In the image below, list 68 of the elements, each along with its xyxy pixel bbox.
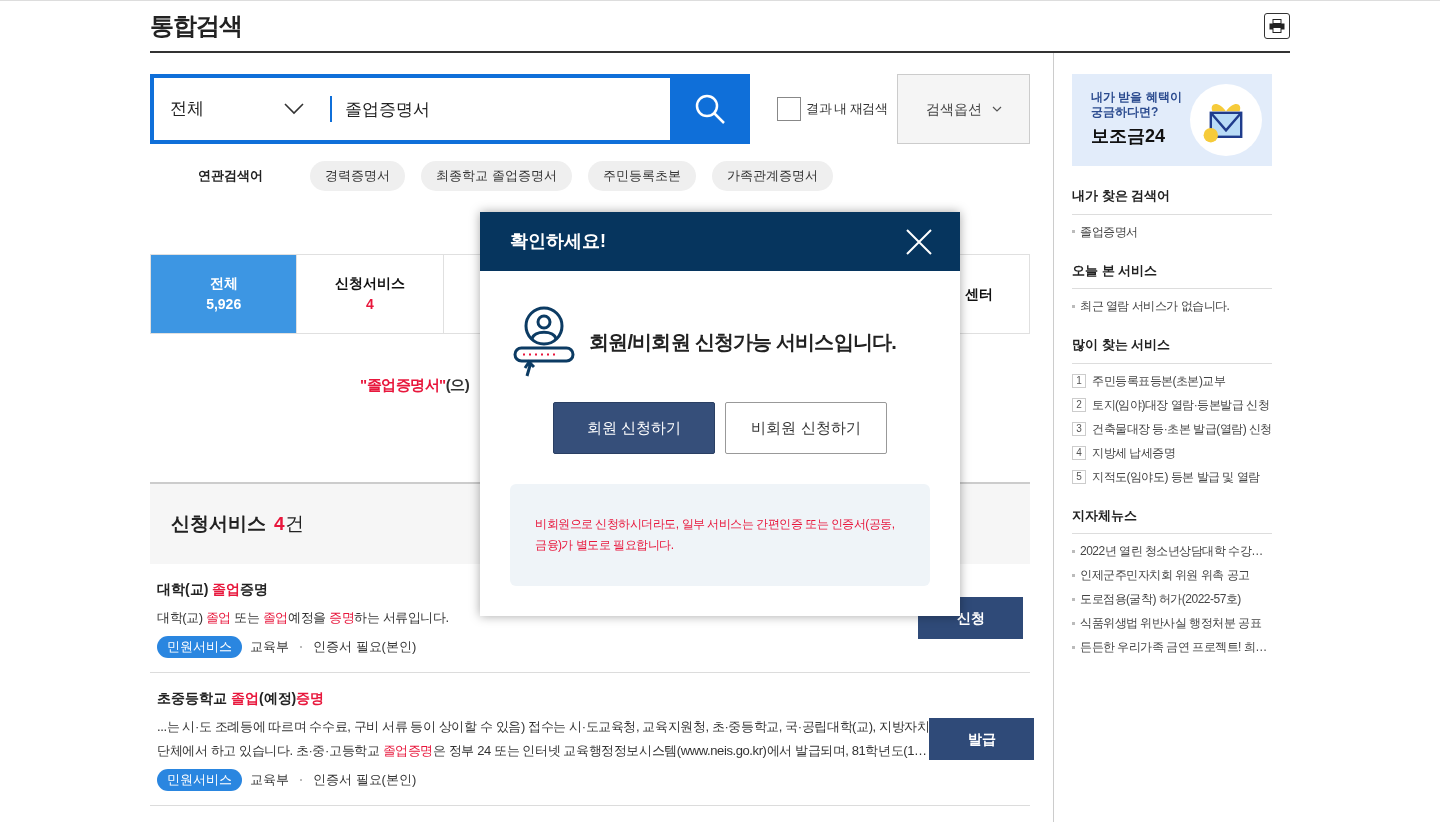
sidebar-link[interactable]: 식품위생법 위반사실 행정처분 공표 (1080, 614, 1261, 632)
dialog-message: 회원/비회원 신청가능 서비스입니다. (589, 330, 897, 355)
rank-number: 3 (1072, 421, 1086, 436)
tag-text: 인증서 필요(본인) (313, 771, 417, 790)
sidebar-link[interactable]: 최근 열람 서비스가 없습니다. (1080, 297, 1230, 315)
service-link[interactable]: 건축물대장 등·초본 발급(열람) 신청 (1092, 419, 1272, 438)
banner-brand: 보조금24 (1091, 125, 1167, 148)
tab-count: 5,926 (206, 295, 242, 314)
tab-label: 센터 (964, 284, 993, 304)
result-title: 초중등학교 졸업(예정)증명 (157, 690, 325, 706)
chevron-down-icon (284, 103, 304, 115)
tag-text: 교육부 (250, 771, 289, 790)
service-link[interactable]: 지적도(임야도) 등본 발급 및 열람 (1092, 467, 1260, 486)
scope-dropdown[interactable]: 전체 (154, 78, 330, 140)
section-title: 많이 찾는 서비스 (1072, 335, 1272, 364)
refine-label: 결과 내 재검색 (806, 100, 888, 119)
keyword-chip[interactable]: 경력증명서 (310, 161, 405, 191)
refine-checkbox[interactable] (777, 97, 801, 121)
guest-apply-button[interactable]: 비회원 신청하기 (725, 402, 887, 454)
dialog-title: 확인하세요! (510, 230, 606, 253)
rank-number: 4 (1072, 445, 1086, 460)
tag-text: 교육부 (250, 638, 289, 657)
user-login-icon (513, 306, 575, 378)
related-label: 연관검색어 (196, 167, 264, 186)
tab-count: 4 (366, 295, 374, 314)
sidebar-link[interactable]: 졸업증명서 (1080, 222, 1138, 241)
result-description: 단체에서 하고 있습니다. 초·중·고등학교 졸업증명 은 정부 24 또는 인터넷 교육행정정보시스템(www.neis.go.kr)에서 발급되며, 81학년도(1… (157, 742, 928, 760)
tab-label: 전체 (209, 274, 238, 293)
service-link[interactable]: 토지(임야)대장 열람·등본발급 신청 (1092, 395, 1270, 414)
result-description: 대학(교) 졸업 또는 졸업예정을 증명하는 서류입니다. (157, 609, 450, 627)
sidebar-link[interactable]: 도로점용(굴착) 허가(2022-57호) (1080, 590, 1241, 608)
sidebar-link[interactable]: 든든한 우리가족 금연 프로젝트! 희… (1080, 638, 1267, 656)
no-result-message: "졸업증명서"(으) (360, 376, 470, 393)
section-count: 4건 (274, 511, 304, 536)
rank-number: 5 (1072, 469, 1086, 484)
chevron-down-icon (991, 106, 1002, 112)
gift-drawing (1190, 84, 1262, 156)
print-button[interactable] (1264, 13, 1290, 39)
notice-text: 비회원으로 신청하시더라도, 일부 서비스는 간편인증 또는 인증서(공동, 금융)가 별도로 필요합니다. (535, 516, 896, 554)
tag-text: 인증서 필요(본인) (313, 638, 417, 657)
service-link[interactable]: 주민등록표등본(초본)교부 (1092, 371, 1226, 390)
banner-text: 내가 받을 혜택이 궁금하다면? (1091, 90, 1182, 120)
category-tag: 민원서비스 (157, 636, 242, 658)
section-title: 내가 찾은 검색어 (1072, 186, 1272, 215)
printer-icon (1269, 19, 1285, 33)
search-icon (694, 93, 726, 125)
result-title: 대학(교) 졸업증명 (157, 581, 269, 597)
close-icon[interactable] (906, 228, 932, 255)
search-options-button[interactable]: 검색옵션 (897, 74, 1030, 144)
service-link[interactable]: 지방세 납세증명 (1092, 443, 1176, 462)
keyword-chip[interactable]: 주민등록초본 (587, 161, 696, 191)
section-title: 신청서비스 (171, 511, 266, 536)
sidebar-link[interactable]: 인제군주민자치회 위원 위촉 공고 (1080, 566, 1250, 584)
section-title: 오늘 본 서비스 (1072, 260, 1272, 289)
subsidy-banner[interactable]: 내가 받을 혜택이 궁금하다면? 보조금24 (1072, 74, 1272, 166)
rank-number: 2 (1072, 397, 1086, 412)
action-button[interactable]: 발급 (929, 718, 1035, 760)
member-apply-button[interactable]: 회원 신청하기 (553, 402, 715, 454)
result-description: ...는 시·도 조례등에 따르며 수수료, 구비 서류 등이 상이할 수 있음) 접수는 시·도교육청, 교육지원청, 초·중등학교, 국·공립대학(교), 지방자치 (157, 718, 930, 736)
rank-number: 1 (1072, 373, 1086, 388)
section-title: 지자체뉴스 (1072, 505, 1272, 534)
page-title: 통합검색 (150, 11, 242, 41)
tab-label: 신청서비스 (335, 274, 405, 293)
category-tag: 민원서비스 (157, 769, 242, 791)
search-input[interactable]: 졸업증명서 (332, 78, 670, 140)
keyword-chip[interactable]: 가족관계증명서 (711, 161, 833, 191)
keyword-chip[interactable]: 최종학교 졸업증명서 (421, 161, 572, 191)
sidebar-link[interactable]: 2022년 열린 청소년상담대학 수강… (1080, 542, 1263, 560)
